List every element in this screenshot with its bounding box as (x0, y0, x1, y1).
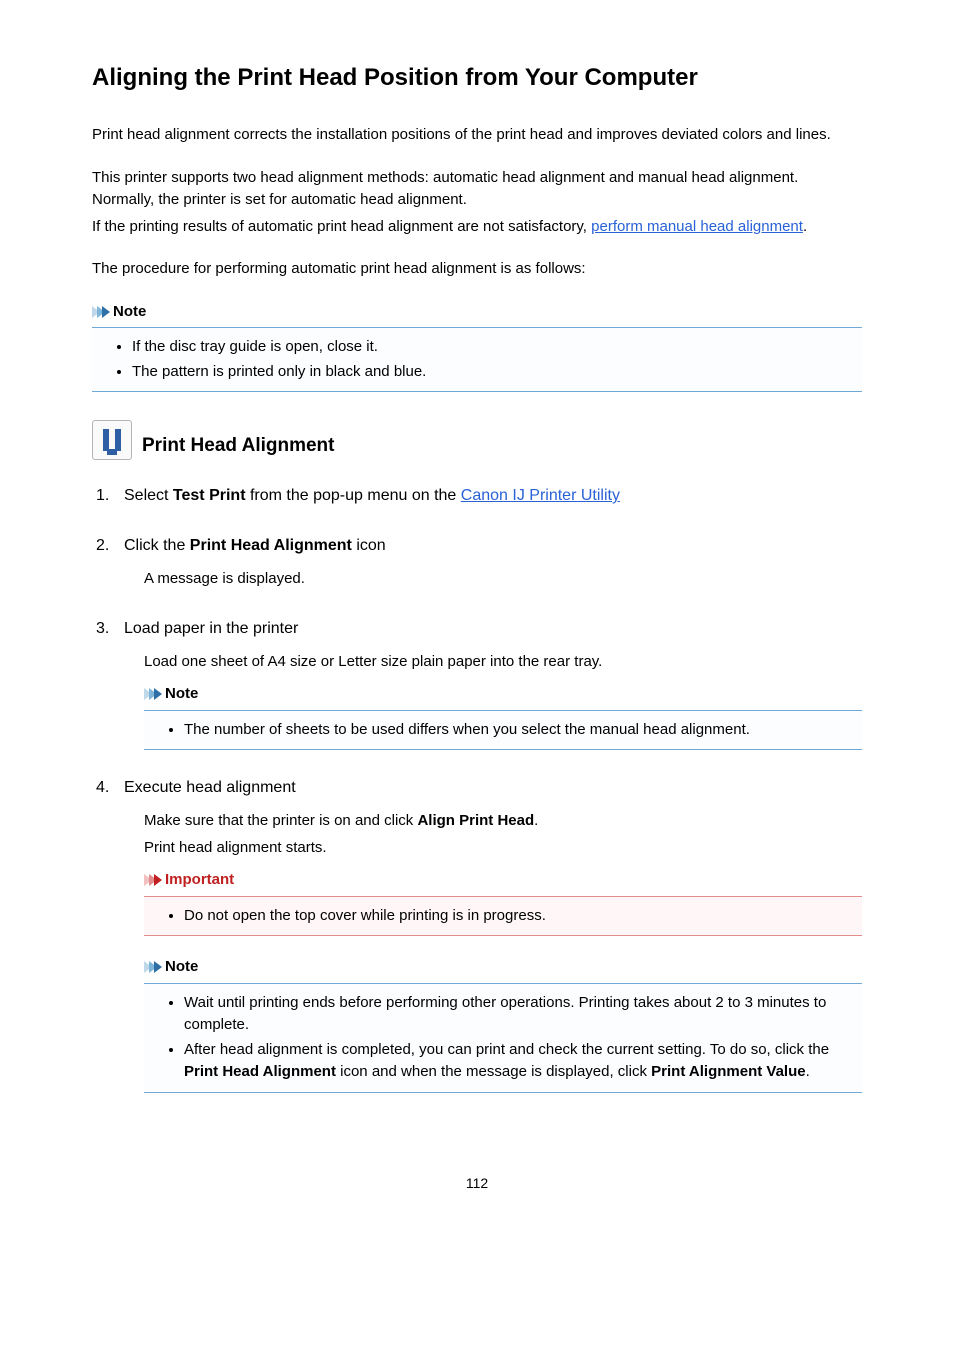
page-title: Aligning the Print Head Position from Yo… (92, 60, 862, 96)
page-number: 112 (92, 1173, 862, 1194)
note-item: Wait until printing ends before performi… (184, 992, 862, 1037)
step-2: Click the Print Head Alignment icon A me… (120, 534, 862, 591)
step-text: Select (124, 487, 173, 504)
intro-text-end: . (803, 218, 807, 235)
intro-paragraph-2: This printer supports two head alignment… (92, 167, 862, 212)
note-icon (92, 306, 107, 318)
step-body-text: Load one sheet of A4 size or Letter size… (144, 651, 862, 674)
note-item: The pattern is printed only in black and… (132, 361, 862, 384)
manual-alignment-link[interactable]: perform manual head alignment (591, 218, 803, 235)
print-head-alignment-icon (92, 420, 132, 460)
important-label: Important (165, 869, 234, 892)
step-bold: Test Print (173, 487, 246, 504)
intro-text: If the printing results of automatic pri… (92, 218, 591, 235)
important-callout: Important Do not open the top cover whil… (144, 869, 862, 936)
intro-procedure: The procedure for performing automatic p… (92, 258, 862, 281)
step-bold: Print Head Alignment (190, 537, 352, 554)
section-title: Print Head Alignment (142, 432, 334, 461)
intro-paragraph-3: If the printing results of automatic pri… (92, 216, 862, 239)
step-head: Execute head alignment (124, 776, 862, 800)
step-head: Load paper in the printer (124, 617, 862, 641)
step-4: Execute head alignment Make sure that th… (120, 776, 862, 1093)
note-icon (144, 688, 159, 700)
intro-paragraph-1: Print head alignment corrects the instal… (92, 124, 862, 147)
note-item: The number of sheets to be used differs … (184, 719, 862, 742)
note-label: Note (113, 301, 146, 324)
note-callout-top: Note If the disc tray guide is open, clo… (92, 301, 862, 393)
step-1: Select Test Print from the pop-up menu o… (120, 484, 862, 508)
step-body-text: Make sure that the printer is on and cli… (144, 810, 862, 833)
note-label: Note (165, 956, 198, 979)
step-text: icon (352, 537, 386, 554)
step-text: from the pop-up menu on the (246, 487, 461, 504)
step-body-text: A message is displayed. (144, 568, 862, 591)
step-3: Load paper in the printer Load one sheet… (120, 617, 862, 751)
important-icon (144, 874, 159, 886)
section-header: Print Head Alignment (92, 420, 862, 460)
note-label: Note (165, 683, 198, 706)
note-item: If the disc tray guide is open, close it… (132, 336, 862, 359)
important-item: Do not open the top cover while printing… (184, 905, 862, 928)
note-icon (144, 961, 159, 973)
note-callout: Note The number of sheets to be used dif… (144, 683, 862, 750)
note-item: After head alignment is completed, you c… (184, 1039, 862, 1084)
printer-utility-link[interactable]: Canon IJ Printer Utility (461, 487, 620, 504)
step-body-text: Print head alignment starts. (144, 837, 862, 860)
step-text: Click the (124, 537, 190, 554)
note-callout: Note Wait until printing ends before per… (144, 956, 862, 1093)
